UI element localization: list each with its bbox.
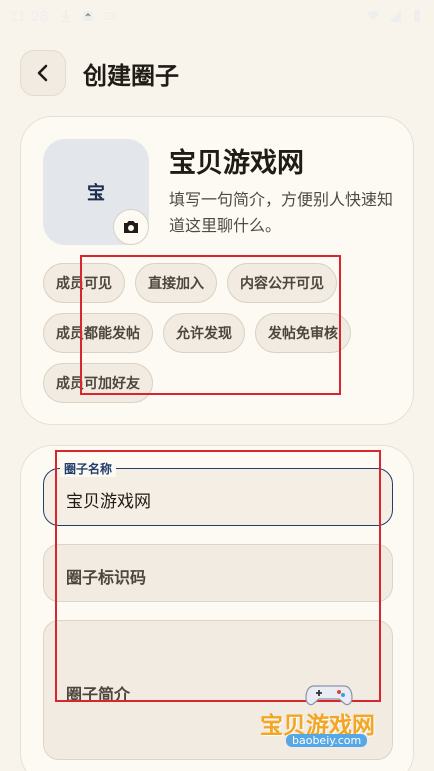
tag-members-add-friends[interactable]: 成员可加好友 (43, 363, 153, 403)
tag-members-visible[interactable]: 成员可见 (43, 263, 125, 303)
circle-id-label: 圈子标识码 (66, 568, 147, 587)
back-button[interactable] (20, 50, 66, 96)
battery-icon (414, 9, 420, 22)
cast-icon (104, 12, 115, 20)
wifi-icon (367, 10, 379, 21)
status-bar: 11:28 (0, 0, 434, 32)
download-icon (60, 10, 71, 23)
header: 创建圈子 (20, 50, 179, 96)
tag-post-no-review[interactable]: 发帖免审核 (255, 313, 351, 353)
change-avatar-button[interactable] (113, 209, 149, 245)
watermark-url: baobeiy.com (286, 734, 368, 747)
status-time: 11:28 (10, 7, 49, 25)
notification-icon (82, 11, 93, 21)
circle-name: 宝贝游戏网 (169, 148, 304, 179)
chevron-left-icon (37, 64, 48, 82)
page-title: 创建圈子 (83, 61, 179, 90)
gamepad-icon (305, 685, 353, 706)
tag-direct-join[interactable]: 直接加入 (135, 263, 217, 303)
tag-allow-discovery[interactable]: 允许发现 (163, 313, 245, 353)
circle-name-field[interactable]: 圈子名称 宝贝游戏网 (43, 460, 393, 526)
circle-intro-label: 圈子简介 (66, 685, 131, 704)
circle-profile-card: 宝 宝贝游戏网 填写一句简介，方便别人快速知道这里聊什么。 成员可见 直接加入 … (20, 116, 414, 425)
circle-name-value: 宝贝游戏网 (66, 492, 151, 512)
avatar-letter: 宝 (87, 183, 105, 204)
watermark-logo: 宝贝游戏网 baobeiy.com (256, 678, 406, 748)
tag-content-public[interactable]: 内容公开可见 (227, 263, 337, 303)
circle-description: 填写一句简介，方便别人快速知道这里聊什么。 (169, 190, 394, 235)
camera-icon (124, 221, 138, 233)
permission-tags: 成员可见 直接加入 内容公开可见 成员都能发帖 允许发现 发帖免审核 成员可加好… (43, 263, 403, 403)
circle-name-legend: 圈子名称 (60, 460, 117, 477)
circle-id-field[interactable]: 圈子标识码 (43, 544, 393, 602)
signal-icon (389, 10, 401, 22)
tag-members-can-post[interactable]: 成员都能发帖 (43, 313, 153, 353)
